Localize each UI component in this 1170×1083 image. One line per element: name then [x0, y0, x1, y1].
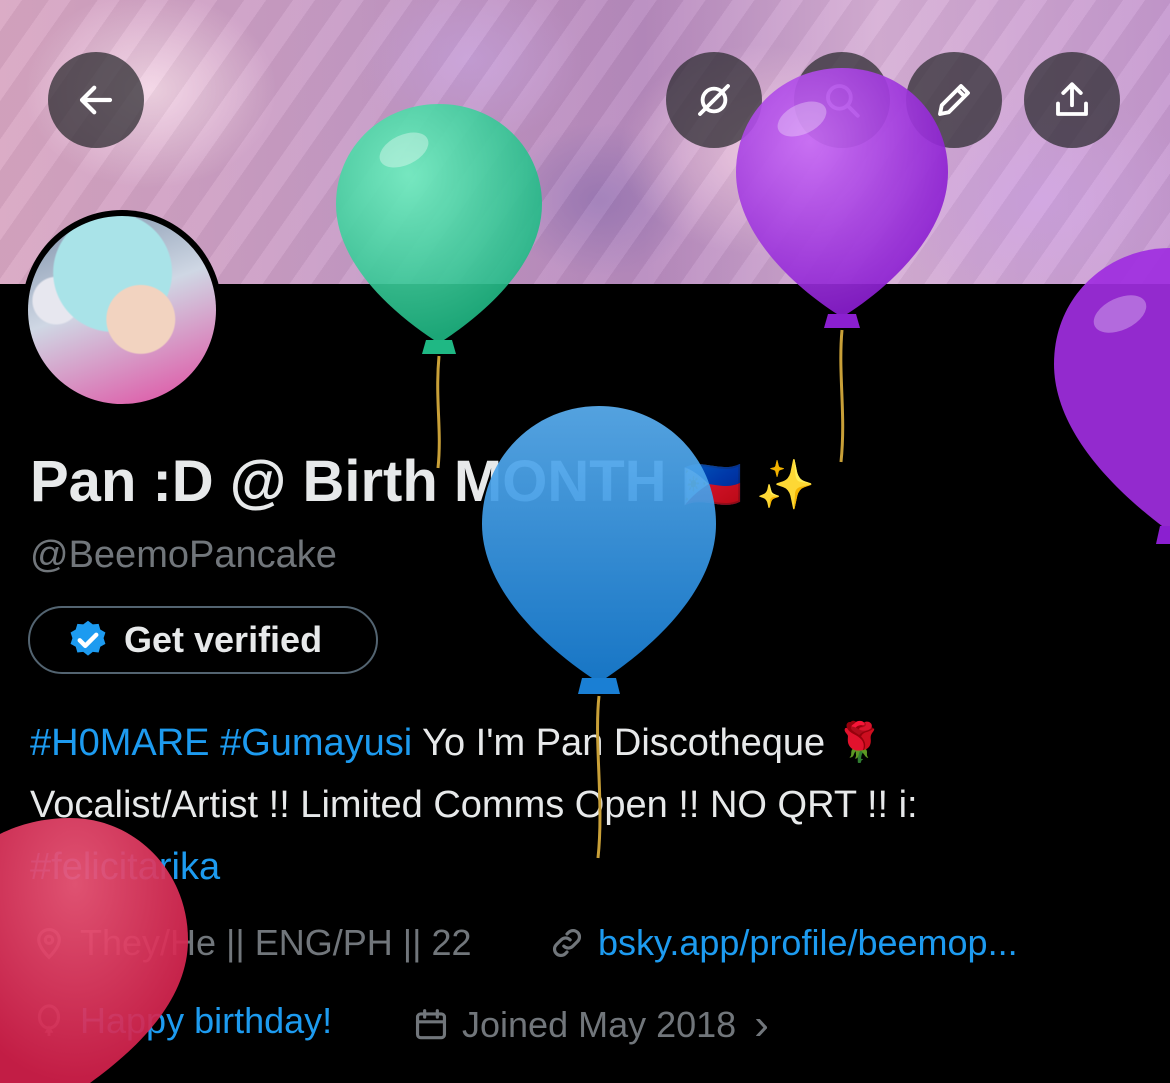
grok-icon	[698, 84, 730, 116]
bio-text-line1: Yo I'm Pan Discotheque 🌹	[412, 722, 883, 764]
bio-hashtag-gumayusi[interactable]: #Gumayusi	[220, 722, 412, 764]
purple-balloon-edge	[1054, 248, 1170, 544]
location-text: They/He || ENG/PH || 22	[80, 922, 472, 963]
handle: @BeemoPancake	[30, 534, 337, 576]
arrow-left-icon	[79, 85, 113, 115]
bio-hashtag-felicitarika[interactable]: #felicitarika	[30, 846, 220, 888]
joined-text: Joined May 2018	[462, 1004, 737, 1045]
get-verified-button[interactable]: Get verified	[28, 606, 378, 674]
link-icon	[553, 929, 581, 957]
avatar[interactable]	[28, 216, 216, 404]
display-name-text: Pan :D @ Birth MONTH	[30, 449, 667, 514]
joined-item[interactable]: Joined May 2018 ›	[412, 1000, 769, 1050]
website-link[interactable]: bsky.app/profile/beemop...	[598, 922, 1018, 964]
back-button[interactable]	[48, 52, 144, 148]
search-button[interactable]	[794, 52, 890, 148]
pencil-icon	[938, 84, 970, 116]
avatar-frame[interactable]	[22, 210, 222, 410]
birthday-text[interactable]: Happy birthday!	[80, 1000, 332, 1042]
search-icon	[826, 84, 860, 118]
verified-badge-icon	[70, 620, 106, 656]
website-item[interactable]: bsky.app/profile/beemop...	[548, 922, 1018, 964]
location-pin-icon	[37, 928, 61, 960]
share-icon	[1056, 82, 1088, 116]
chevron-right-icon[interactable]: ›	[754, 1000, 769, 1050]
bio: #H0MARE #Gumayusi Yo I'm Pan Discotheque…	[30, 712, 1140, 898]
display-name-emoji: 🇵🇭 ✨	[682, 459, 816, 512]
calendar-icon	[415, 1009, 447, 1040]
display-name: Pan :D @ Birth MONTH 🇵🇭 ✨	[30, 448, 816, 515]
location-item: They/He || ENG/PH || 22	[30, 922, 472, 964]
grok-button[interactable]	[666, 52, 762, 148]
share-button[interactable]	[1024, 52, 1120, 148]
balloon-icon	[37, 1004, 61, 1037]
get-verified-label: Get verified	[124, 619, 323, 660]
birthday-item[interactable]: Happy birthday!	[30, 1000, 332, 1042]
bio-text-line2: Vocalist/Artist !! Limited Comms Open !!…	[30, 784, 918, 826]
bio-hashtag-homare[interactable]: #H0MARE	[30, 722, 210, 764]
edit-button[interactable]	[906, 52, 1002, 148]
